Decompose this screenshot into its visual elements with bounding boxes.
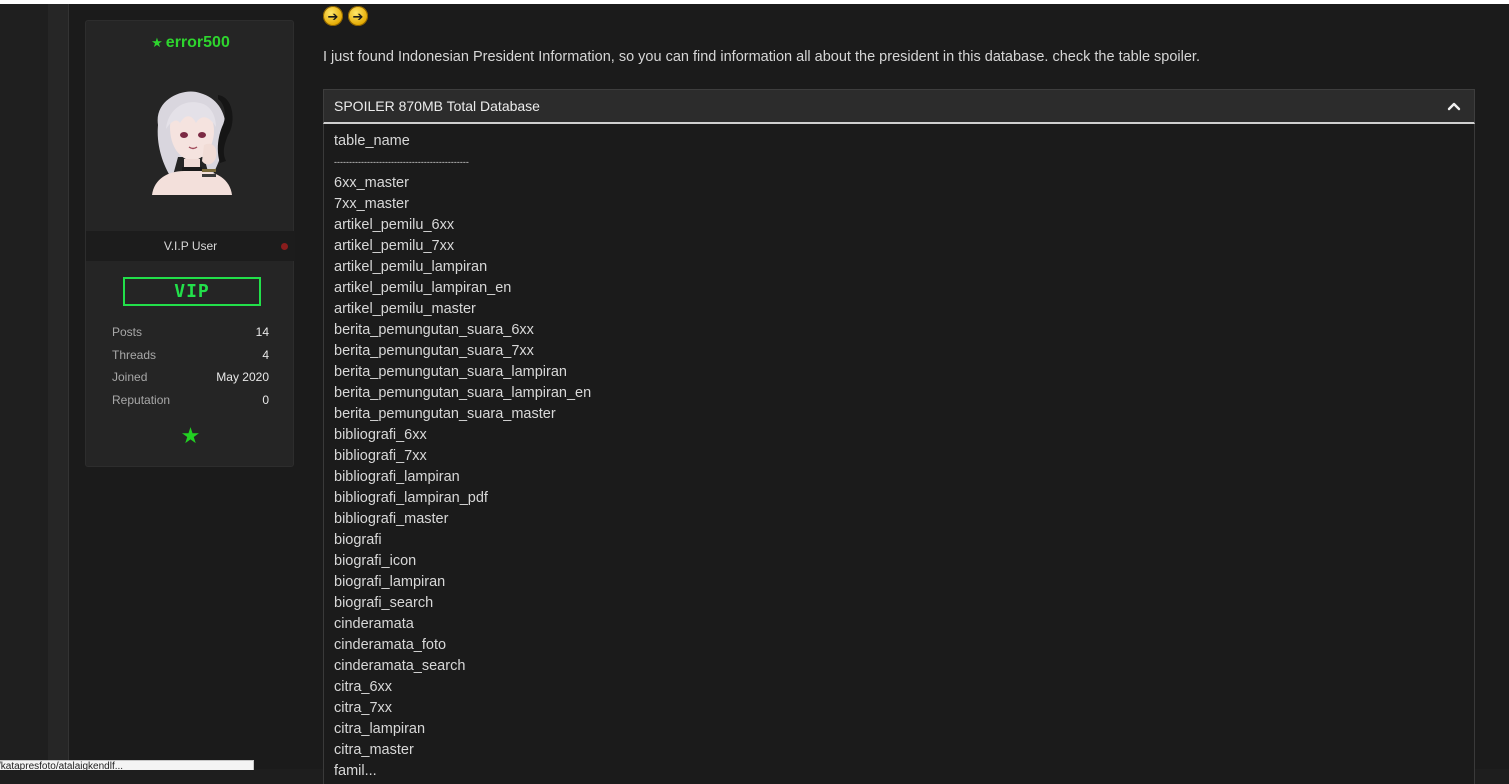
vip-badge: VIP [123, 277, 261, 306]
stat-threads: Threads 4 [112, 348, 269, 371]
table-name-item: cinderamata [334, 616, 414, 632]
spoiler-content: table_name ------------------------------… [323, 124, 1475, 784]
table-name-item: artikel_pemilu_master [334, 301, 476, 317]
arrow-right-icon: ➔ [323, 6, 343, 26]
post-message: I just found Indonesian President Inform… [323, 49, 1200, 65]
table-name-item: artikel_pemilu_6xx [334, 217, 455, 233]
stat-value[interactable]: 0 [262, 393, 269, 416]
user-rank: V.I.P User [163, 239, 218, 253]
stat-posts: Posts 14 [112, 325, 269, 348]
table-name-item: bibliografi_master [334, 511, 449, 527]
table-name-item: biografi_lampiran [334, 574, 446, 590]
stat-label: Threads [112, 347, 157, 362]
star-icon: ★ [151, 35, 163, 50]
username-link[interactable]: ★ error500 [86, 34, 295, 52]
table-name-item: citra_lampiran [334, 721, 426, 737]
spoiler-header[interactable]: SPOILER 870MB Total Database [323, 89, 1475, 124]
table-name-item: artikel_pemilu_lampiran [334, 259, 488, 275]
table-name-item: bibliografi_lampiran [334, 469, 460, 485]
table-name-item: 6xx_master [334, 175, 409, 191]
table-name-list: table_name ------------------------------… [334, 131, 591, 782]
table-name-item: cinderamata_foto [334, 637, 447, 653]
table-name-item: artikel_pemilu_7xx [334, 238, 455, 254]
table-name-item: biografi [334, 532, 382, 548]
table-name-item: bibliografi_6xx [334, 427, 427, 443]
stat-label: Joined [112, 370, 148, 385]
stat-value: May 2020 [216, 370, 269, 385]
user-card: ★ error500 V.I.P User VIP Posts 14 Threa… [85, 20, 295, 467]
table-name-item: artikel_pemilu_lampiran_en [334, 280, 512, 296]
stat-value[interactable]: 4 [262, 348, 269, 371]
stat-joined: Joined May 2020 [112, 370, 269, 393]
table-name-item: biografi_search [334, 595, 434, 611]
arrow-right-icon: ➔ [348, 6, 368, 26]
spoiler-title: SPOILER 870MB Total Database [334, 98, 540, 114]
stat-value[interactable]: 14 [256, 325, 269, 348]
table-name-item: famil... [334, 763, 377, 779]
post-nav-icons: ➔ ➔ [323, 6, 368, 26]
separator-line: ----------------------------------------… [334, 157, 469, 167]
page-margin [0, 4, 48, 769]
table-name-item: berita_pemungutan_suara_7xx [334, 343, 534, 359]
stat-label: Posts [112, 325, 143, 339]
table-name-item: 7xx_master [334, 196, 409, 212]
table-name-item: berita_pemungutan_suara_lampiran_en [334, 385, 592, 401]
table-name-item: bibliografi_7xx [334, 448, 427, 464]
table-name-item: citra_7xx [334, 700, 393, 716]
user-avatar[interactable] [144, 87, 238, 195]
table-name-item: berita_pemungutan_suara_master [334, 406, 556, 422]
table-name-item: biografi_icon [334, 553, 417, 569]
column-header: table_name [334, 133, 410, 149]
side-rail [48, 4, 68, 769]
award-star-icon[interactable]: ★ [86, 423, 295, 449]
user-stats: Posts 14 Threads 4 Joined May 2020 Reput… [112, 325, 269, 416]
rank-bar: V.I.P User [86, 231, 295, 261]
chevron-up-icon[interactable] [1446, 98, 1462, 114]
table-name-item: citra_6xx [334, 679, 393, 695]
offline-status-dot [281, 243, 288, 250]
table-name-item: bibliografi_lampiran_pdf [334, 490, 488, 506]
table-name-item: berita_pemungutan_suara_lampiran [334, 364, 567, 380]
table-name-item: cinderamata_search [334, 658, 466, 674]
table-name-item: berita_pemungutan_suara_6xx [334, 322, 534, 338]
table-name-item: citra_master [334, 742, 414, 758]
username-text: error500 [165, 34, 230, 51]
spoiler-box: SPOILER 870MB Total Database table_name -… [323, 89, 1475, 784]
stat-label: Reputation [112, 393, 171, 408]
stat-reputation: Reputation 0 [112, 393, 269, 416]
